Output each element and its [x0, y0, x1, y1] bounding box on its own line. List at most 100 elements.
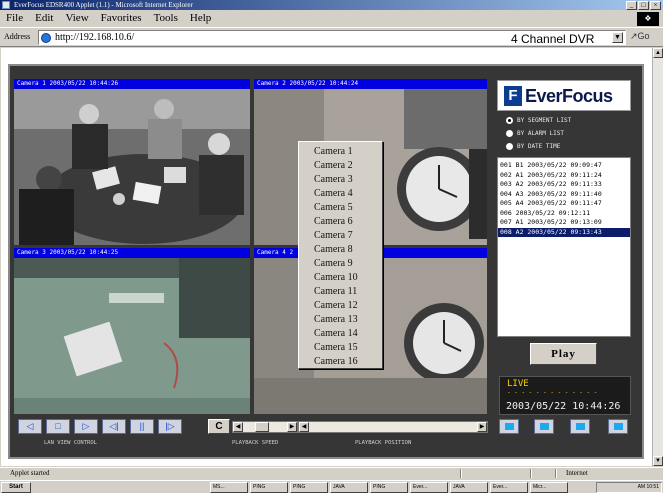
list-item[interactable]: 004 A3 2003/05/22 09:11:40: [498, 190, 630, 200]
camera-1-feed: [14, 89, 250, 245]
camera-menu-item-12[interactable]: Camera 12: [299, 299, 382, 313]
camera-menu-item-2[interactable]: Camera 2: [299, 159, 382, 173]
play-button[interactable]: Play: [530, 343, 597, 365]
speed-thumb[interactable]: [255, 422, 269, 432]
camera-menu-item-9[interactable]: Camera 9: [299, 257, 382, 271]
start-button[interactable]: Start: [1, 482, 31, 493]
radio-dot-icon: [506, 130, 513, 137]
stop-button[interactable]: □: [46, 419, 70, 434]
camera-menu-item-7[interactable]: Camera 7: [299, 229, 382, 243]
lan-view-control-label: LAN VIEW CONTROL: [44, 440, 97, 446]
status-divider: [530, 469, 532, 478]
live-status-panel: LIVE - - - - - - - - - - - - - 2003/05/2…: [499, 376, 631, 415]
go-button[interactable]: ↗Go: [630, 31, 650, 42]
camera-menu-item-14[interactable]: Camera 14: [299, 327, 382, 341]
clear-button[interactable]: C: [208, 419, 230, 434]
pause-button[interactable]: ||: [130, 419, 154, 434]
menu-edit[interactable]: Edit: [35, 12, 53, 24]
camera-menu-item-6[interactable]: Camera 6: [299, 215, 382, 229]
camera-menu-item-8[interactable]: Camera 8: [299, 243, 382, 257]
camera-menu-item-13[interactable]: Camera 13: [299, 313, 382, 327]
windows-logo-icon: ❖: [637, 12, 659, 26]
camera-menu-item-5[interactable]: Camera 5: [299, 201, 382, 215]
list-item-selected[interactable]: 008 A2 2003/05/22 09:13:43: [498, 227, 630, 237]
list-item[interactable]: 001 B1 2003/05/22 09:09:47: [498, 161, 630, 171]
status-divider: - - - - - - - - - - - - -: [507, 389, 598, 396]
taskbar-item[interactable]: Ever...: [490, 482, 528, 493]
camera-menu-item-4[interactable]: Camera 4: [299, 187, 382, 201]
list-item[interactable]: 006 2003/05/22 09:12:11: [498, 209, 630, 219]
menu-view[interactable]: View: [65, 12, 88, 24]
vertical-scrollbar[interactable]: ▲ ▼: [652, 48, 663, 466]
list-item[interactable]: 003 A2 2003/05/22 09:11:33: [498, 180, 630, 190]
speed-left-arrow-icon[interactable]: ◀: [233, 422, 243, 432]
security-zone: Internet: [566, 469, 588, 477]
camera-menu-item-16[interactable]: Camera 16: [299, 355, 382, 369]
camera-select-menu: Camera 1 Camera 2 Camera 3 Camera 4 Came…: [298, 141, 383, 369]
address-bar: Address http://192.168.10.6/ 4 Channel D…: [0, 27, 663, 47]
menu-help[interactable]: Help: [190, 12, 211, 24]
ie-app-icon: [2, 1, 10, 9]
scroll-up-icon[interactable]: ▲: [653, 48, 663, 58]
position-left-arrow-icon[interactable]: ◀: [299, 422, 309, 432]
step-back-button[interactable]: ◁|: [102, 419, 126, 434]
radio-by-alarm-list[interactable]: BY ALARM LIST: [506, 127, 571, 140]
step-forward-button[interactable]: |▷: [158, 419, 182, 434]
close-button[interactable]: ×: [650, 1, 661, 10]
maximize-button[interactable]: □: [638, 1, 649, 10]
menu-favorites[interactable]: Favorites: [101, 12, 142, 24]
camera-menu-item-15[interactable]: Camera 15: [299, 341, 382, 355]
taskbar-item[interactable]: Micr...: [530, 482, 568, 493]
view-mode-16-button[interactable]: [608, 419, 628, 434]
everfocus-logo-text: EverFocus: [525, 86, 613, 106]
address-dropdown-button[interactable]: ▼: [612, 32, 623, 43]
position-right-arrow-icon[interactable]: ▶: [477, 422, 487, 432]
taskbar-item[interactable]: JAVA: [450, 482, 488, 493]
taskbar-item[interactable]: PING: [370, 482, 408, 493]
segment-list[interactable]: 001 B1 2003/05/22 09:09:47 002 A1 2003/0…: [497, 157, 631, 337]
view-mode-1-button[interactable]: [499, 419, 519, 434]
playback-position-slider[interactable]: ◀ ▶: [298, 421, 488, 433]
menu-file[interactable]: File: [6, 12, 23, 24]
address-input[interactable]: http://192.168.10.6/ 4 Channel DVR ▼: [38, 30, 626, 46]
camera-3-feed: [14, 258, 250, 414]
minimize-button[interactable]: _: [626, 1, 637, 10]
camera-menu-item-3[interactable]: Camera 3: [299, 173, 382, 187]
camera-view-1[interactable]: Camera 1 2003/05/22 10:44:26: [14, 79, 250, 245]
taskbar-item[interactable]: Ever...: [410, 482, 448, 493]
radio-label: BY ALARM LIST: [517, 130, 564, 137]
scroll-down-icon[interactable]: ▼: [653, 456, 663, 466]
window-title-bar: EverFocus EDSR400 Applet (1.1) - Microso…: [0, 0, 663, 10]
taskbar-item[interactable]: PING: [250, 482, 288, 493]
play-forward-button[interactable]: ▷: [74, 419, 98, 434]
list-item[interactable]: 007 A1 2003/05/22 09:13:09: [498, 218, 630, 228]
radio-label: BY SEGMENT LIST: [517, 117, 572, 124]
camera-menu-item-10[interactable]: Camera 10: [299, 271, 382, 285]
camera-menu-item-11[interactable]: Camera 11: [299, 285, 382, 299]
list-item[interactable]: 002 A1 2003/05/22 09:11:24: [498, 171, 630, 181]
menu-tools[interactable]: Tools: [154, 12, 178, 24]
speed-right-arrow-icon[interactable]: ▶: [287, 422, 297, 432]
view-mode-4-button[interactable]: [534, 419, 554, 434]
camera-view-3[interactable]: Camera 3 2003/05/22 10:44:25: [14, 248, 250, 414]
playback-speed-slider[interactable]: ◀ ▶: [232, 421, 298, 433]
taskbar-item[interactable]: PING: [290, 482, 328, 493]
taskbar-item[interactable]: MS...: [210, 482, 248, 493]
status-divider: [555, 469, 557, 478]
rewind-button[interactable]: ◁: [18, 419, 42, 434]
play-icon: ▷: [82, 421, 90, 431]
taskbar-item[interactable]: JAVA: [330, 482, 368, 493]
radio-by-segment-list[interactable]: BY SEGMENT LIST: [506, 114, 571, 127]
status-divider: [460, 469, 462, 478]
sixteen-view-icon: [614, 423, 623, 430]
browser-status-bar: Applet started Internet: [0, 467, 663, 479]
view-mode-9-button[interactable]: [570, 419, 590, 434]
quad-view-icon: [540, 423, 549, 430]
system-tray-clock: AM 10:51: [596, 482, 662, 493]
camera-menu-item-1[interactable]: Camera 1: [299, 145, 382, 159]
position-track[interactable]: [309, 422, 477, 432]
go-arrow-icon: ↗: [630, 31, 638, 41]
list-item[interactable]: 005 A4 2003/05/22 09:11:47: [498, 199, 630, 209]
radio-by-date-time[interactable]: BY DATE TIME: [506, 140, 571, 153]
address-label: Address: [4, 32, 31, 41]
